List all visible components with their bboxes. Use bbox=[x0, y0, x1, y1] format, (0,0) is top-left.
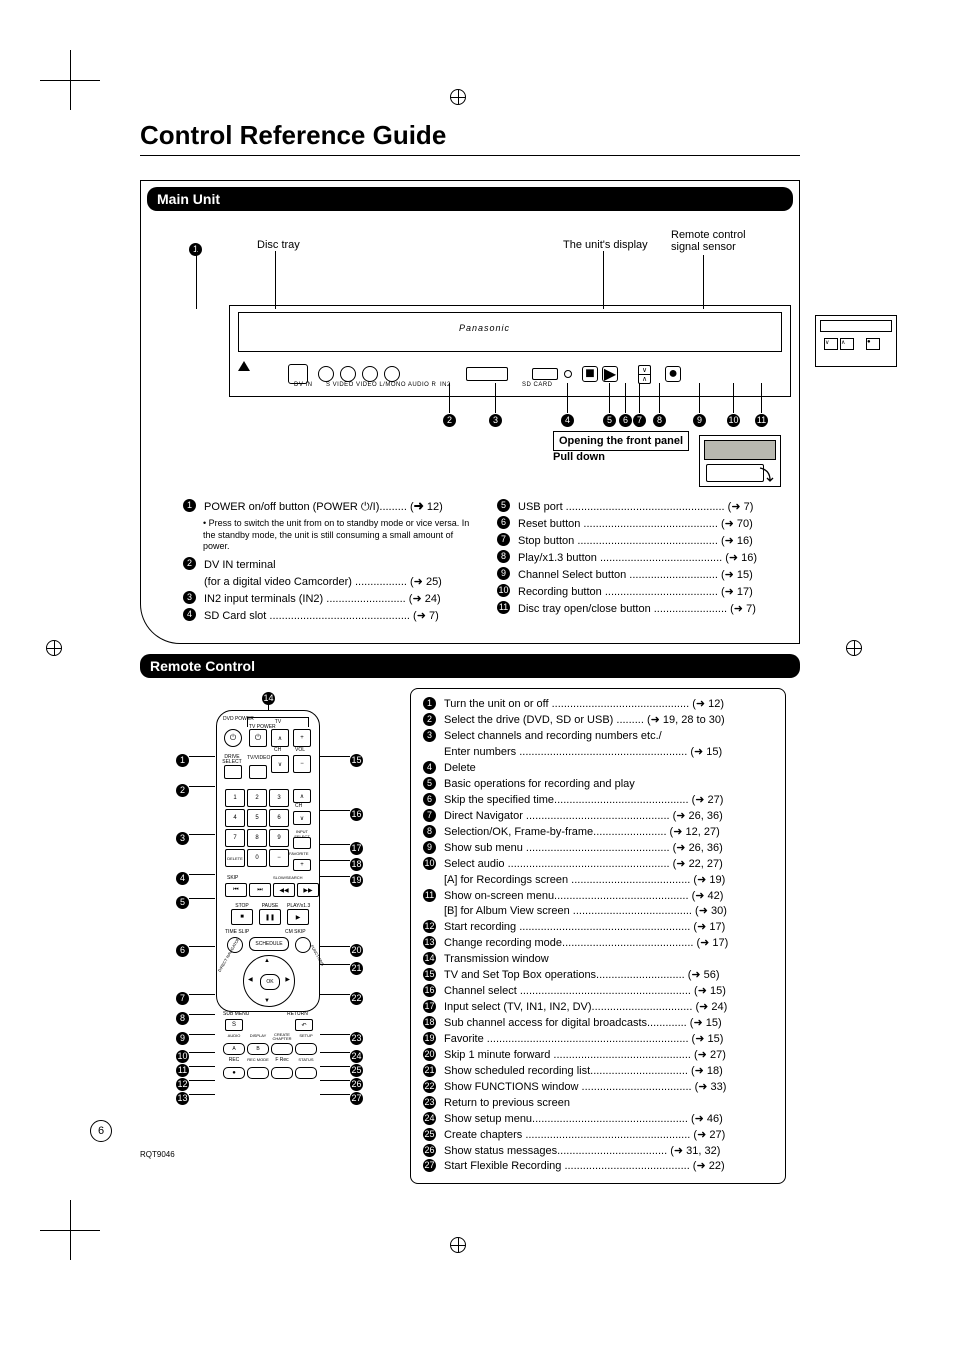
rc-item: 15TV and Set Top Box operations.........… bbox=[423, 968, 773, 984]
mu-item-9: Channel Select button ..................… bbox=[518, 567, 787, 584]
rc-item: 6Skip the specified time................… bbox=[423, 793, 773, 809]
sd-slot bbox=[466, 367, 508, 381]
stop-btn: ■ bbox=[582, 366, 598, 382]
mu-item-3: IN2 input terminals (IN2) ..............… bbox=[204, 591, 473, 608]
main-unit-heading: Main Unit bbox=[147, 187, 793, 211]
registration-mark bbox=[46, 640, 62, 656]
rc-item: 27Start Flexible Recording .............… bbox=[423, 1159, 773, 1175]
play-btn: ▶ bbox=[602, 366, 618, 382]
rc-item: 5Basic operations for recording and play bbox=[423, 777, 773, 793]
rc-item: 21Show scheduled recording list.........… bbox=[423, 1064, 773, 1080]
label-display: The unit's display bbox=[563, 239, 648, 251]
mu-item-10: Recording button .......................… bbox=[518, 584, 787, 601]
mu-item-2: DV IN terminal bbox=[204, 557, 473, 574]
audio-jack bbox=[384, 366, 400, 382]
panel-thumbnail bbox=[699, 435, 781, 487]
rc-item: 4Delete bbox=[423, 761, 773, 777]
ch-rocker: ∨∧ bbox=[638, 365, 651, 384]
display-window: Panasonic bbox=[238, 312, 782, 352]
rc-item: 16Channel select .......................… bbox=[423, 984, 773, 1000]
rc-item: [B] for Album View screen ..............… bbox=[423, 904, 773, 920]
brand-label: Panasonic bbox=[459, 323, 510, 333]
usb-port bbox=[532, 368, 558, 380]
registration-mark bbox=[846, 640, 862, 656]
rc-item: 22Show FUNCTIONS window ................… bbox=[423, 1080, 773, 1096]
audio-jack bbox=[340, 366, 356, 382]
mu-item-4: SD Card slot ...........................… bbox=[204, 608, 473, 625]
mu-item-1-sub: • Press to switch the unit from on to st… bbox=[203, 518, 473, 553]
rc-item: 9Show sub menu .........................… bbox=[423, 841, 773, 857]
manual-page: Control Reference Guide Main Unit 1 Disc… bbox=[0, 0, 954, 1351]
rc-item: 24Show setup menu.......................… bbox=[423, 1112, 773, 1128]
rc-item: 20Skip 1 minute forward ................… bbox=[423, 1048, 773, 1064]
remote-heading: Remote Control bbox=[140, 654, 800, 678]
crop-mark bbox=[40, 50, 100, 110]
audio-jack bbox=[362, 366, 378, 382]
mu-item-2b: (for a digital video Camcorder) ........… bbox=[204, 574, 473, 591]
pulldown-label: Pull down bbox=[553, 451, 605, 463]
content-area: Control Reference Guide Main Unit 1 Disc… bbox=[140, 120, 800, 1184]
rc-item: 12Start recording ......................… bbox=[423, 920, 773, 936]
rc-item: 13Change recording mode.................… bbox=[423, 936, 773, 952]
rc-item: 19Favorite .............................… bbox=[423, 1032, 773, 1048]
mu-item-7: Stop button ............................… bbox=[518, 533, 787, 550]
mu-item-8: Play/x1.3 button .......................… bbox=[518, 550, 787, 567]
main-unit-refs: 1POWER on/off button (POWER ⏻/I)........… bbox=[147, 499, 793, 633]
leader bbox=[275, 251, 276, 309]
sd-label: SD CARD bbox=[522, 382, 553, 388]
unit-outline: Panasonic bbox=[229, 305, 791, 397]
remote-outline: DVD POWER TV ⏻ ⏻ ∧ + TV POWER CH VOL DRI… bbox=[216, 710, 320, 1012]
registration-mark bbox=[450, 89, 466, 105]
label-disc-tray: Disc tray bbox=[257, 239, 300, 251]
mu-item-5: USB port ...............................… bbox=[518, 499, 787, 516]
page-number: 6 bbox=[90, 1120, 112, 1142]
rc-item: 11Show on-screen menu...................… bbox=[423, 889, 773, 905]
leader bbox=[196, 251, 197, 309]
rc-item: 1Turn the unit on or off ...............… bbox=[423, 697, 773, 713]
bottom-callouts: 2 3 4 5 6 7 8 9 10 11 bbox=[183, 410, 793, 430]
leader bbox=[603, 251, 604, 309]
page-title: Control Reference Guide bbox=[140, 120, 800, 156]
rec-btn: ● bbox=[665, 366, 681, 382]
opening-label: Opening the front panel bbox=[553, 431, 689, 451]
rc-item: 7Direct Navigator ......................… bbox=[423, 809, 773, 825]
nav-ring: ▲ ▼ ◀ ▶ OK bbox=[243, 955, 295, 1007]
rc-item: 25Create chapters ......................… bbox=[423, 1128, 773, 1144]
rc-item: Enter numbers ..........................… bbox=[423, 745, 773, 761]
eject-icon bbox=[238, 361, 250, 371]
rc-item: 18Sub channel access for digital broadca… bbox=[423, 1016, 773, 1032]
footer-code: RQT9046 bbox=[140, 1150, 175, 1159]
rc-item: 14Transmission window bbox=[423, 952, 773, 968]
mu-item-11: Disc tray open/close button ............… bbox=[518, 601, 787, 618]
main-unit-diagram: 1 Disc tray The unit's display Remote co… bbox=[183, 215, 793, 495]
remote-ref-list: 1Turn the unit on or off ...............… bbox=[410, 688, 786, 1184]
rc-item: 10Select audio .........................… bbox=[423, 857, 773, 873]
rc-item: 8Selection/OK, Frame-by-frame...........… bbox=[423, 825, 773, 841]
rc-item: 2Select the drive (DVD, SD or USB) .....… bbox=[423, 713, 773, 729]
side-thumbnail: ∨ ∧ ● bbox=[815, 315, 897, 367]
leader bbox=[703, 255, 704, 309]
crop-mark bbox=[40, 1200, 100, 1260]
rc-item: 3Select channels and recording numbers e… bbox=[423, 729, 773, 745]
registration-mark bbox=[450, 1237, 466, 1253]
dv-port bbox=[288, 364, 308, 384]
mu-item-1: POWER on/off button (POWER ⏻/I).........… bbox=[204, 499, 473, 516]
reset-hole bbox=[564, 370, 572, 378]
audio-jack bbox=[318, 366, 334, 382]
rc-item: [A] for Recordings screen ..............… bbox=[423, 873, 773, 889]
rc-item: 17Input select (TV, IN1, IN2, DV).......… bbox=[423, 1000, 773, 1016]
rc-item: 26Show status messages..................… bbox=[423, 1144, 773, 1160]
label-sensor: Remote control signal sensor bbox=[671, 229, 761, 253]
remote-diagram: 1 2 3 4 5 6 7 8 9 10 11 12 13 14 15 bbox=[140, 688, 400, 1108]
ports-label: S VIDEO VIDEO L/MONO AUDIO R bbox=[326, 382, 436, 388]
pulldown-icon bbox=[756, 466, 776, 484]
rc-item: 23Return to previous screen bbox=[423, 1096, 773, 1112]
mu-item-6: Reset button ...........................… bbox=[518, 516, 787, 533]
dv-label: DV IN bbox=[294, 382, 313, 388]
main-unit-section: Main Unit 1 Disc tray The unit's display… bbox=[140, 180, 800, 644]
